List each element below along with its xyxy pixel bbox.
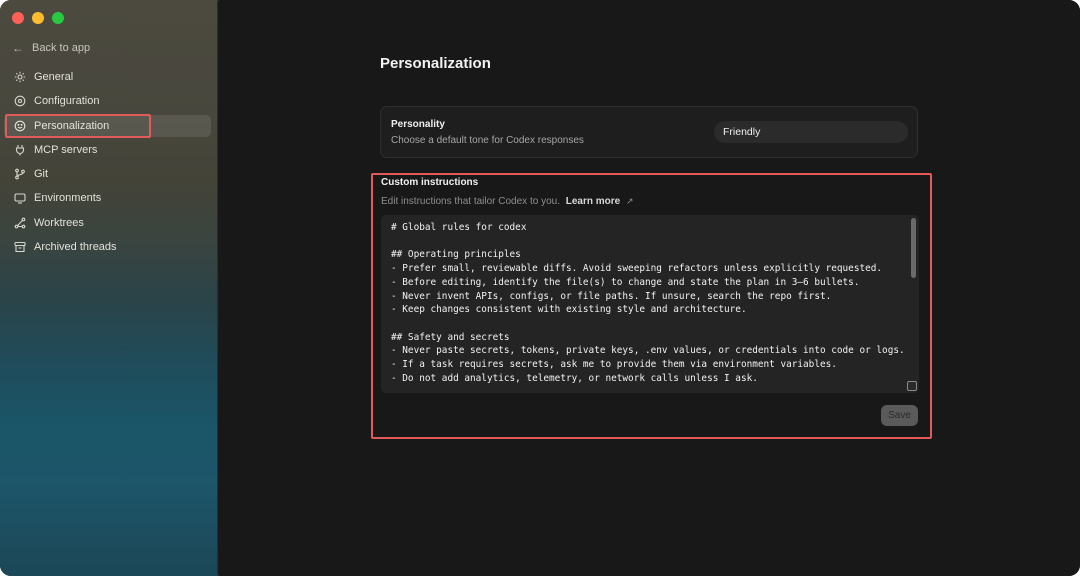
branch-icon: [14, 168, 26, 180]
editor-scrollbar[interactable]: [911, 218, 916, 278]
sidebar-item-environments[interactable]: Environments: [4, 187, 211, 209]
close-window-button[interactable]: [12, 12, 24, 24]
page-title: Personalization: [380, 55, 491, 72]
sidebar-item-archived-threads[interactable]: Archived threads: [4, 236, 211, 258]
personality-card: Personality Choose a default tone for Co…: [380, 106, 918, 158]
sidebar-item-label: Worktrees: [34, 216, 84, 229]
gear-icon: [14, 71, 26, 83]
plug-icon: [14, 144, 26, 156]
personality-select-value: Friendly: [723, 126, 761, 138]
sidebar-item-personalization[interactable]: Personalization: [4, 113, 211, 138]
sidebar-item-label: Configuration: [34, 95, 100, 108]
custom-instructions-text[interactable]: # Global rules for codex ## Operating pr…: [391, 221, 906, 385]
sidebar-item-configuration[interactable]: Configuration: [4, 90, 211, 112]
sidebar-item-label: Environments: [34, 192, 102, 205]
window-controls: [12, 12, 64, 24]
arrow-left-icon: ←: [12, 41, 24, 55]
sidebar-item-worktrees[interactable]: Worktrees: [4, 212, 211, 234]
external-link-icon: ↗: [626, 196, 634, 206]
sidebar: ← Back to app General Configuration Pers…: [0, 0, 218, 576]
sidebar-item-general[interactable]: General: [4, 66, 211, 88]
sidebar-item-label: Git: [34, 168, 49, 181]
sidebar-nav: General Configuration Personalization MC…: [4, 66, 211, 260]
learn-more-link[interactable]: Learn more: [566, 196, 620, 207]
custom-instructions-editor[interactable]: # Global rules for codex ## Operating pr…: [381, 215, 919, 393]
sidebar-item-label: Personalization: [34, 119, 110, 132]
custom-instructions-title: Custom instructions: [381, 177, 479, 188]
settings-window: ← Back to app General Configuration Pers…: [0, 0, 1080, 576]
custom-instructions-subtitle-text: Edit instructions that tailor Codex to y…: [381, 196, 560, 207]
smiley-icon: [14, 120, 26, 132]
personality-select[interactable]: Friendly: [714, 121, 908, 143]
custom-instructions-subtitle: Edit instructions that tailor Codex to y…: [381, 196, 634, 207]
resize-handle-icon[interactable]: [907, 381, 917, 391]
personality-label: Personality: [391, 119, 445, 130]
monitor-icon: [14, 192, 26, 205]
custom-instructions-section: Custom instructions Edit instructions th…: [371, 173, 932, 439]
zoom-window-button[interactable]: [52, 12, 64, 24]
main-panel: Personalization Personality Choose a def…: [219, 0, 1080, 576]
settings-icon: [14, 95, 26, 107]
sidebar-item-label: Archived threads: [34, 241, 117, 254]
sidebar-item-mcp-servers[interactable]: MCP servers: [4, 139, 211, 161]
personality-description: Choose a default tone for Codex response…: [391, 135, 584, 146]
sidebar-item-git[interactable]: Git: [4, 163, 211, 185]
sidebar-item-label: MCP servers: [34, 143, 98, 156]
minimize-window-button[interactable]: [32, 12, 44, 24]
worktree-icon: [14, 217, 26, 229]
sidebar-item-label: General: [34, 71, 74, 83]
back-to-app-label: Back to app: [32, 42, 91, 54]
save-button[interactable]: Save: [881, 405, 918, 426]
archive-icon: [14, 241, 26, 253]
back-to-app-link[interactable]: ← Back to app: [12, 40, 90, 56]
